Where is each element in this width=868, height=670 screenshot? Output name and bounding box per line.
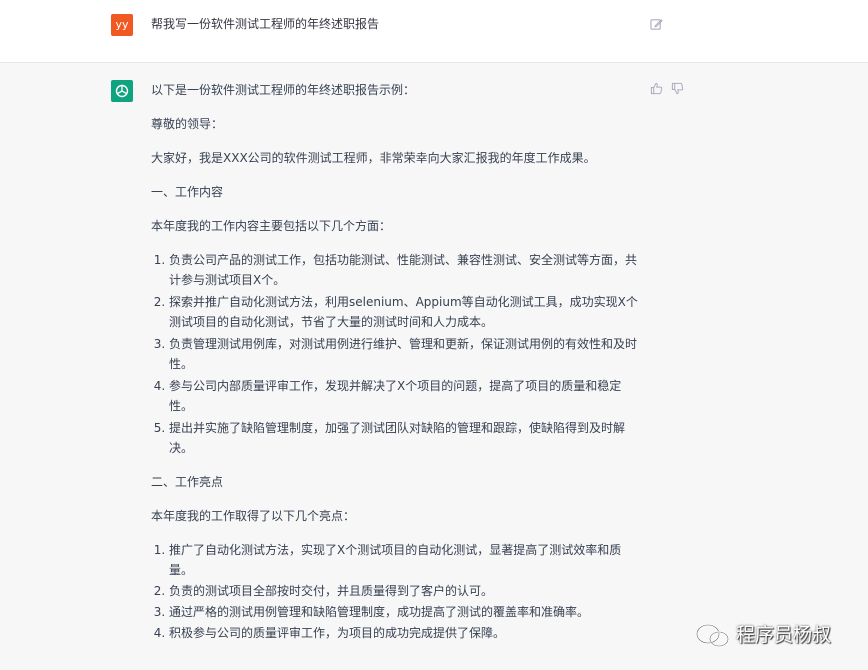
list-item: 参与公司内部质量评审工作，发现并解决了X个项目的问题，提高了项目的质量和稳定性。	[169, 376, 641, 416]
opening-text: 大家好，我是XXX公司的软件测试工程师，非常荣幸向大家汇报我的年度工作成果。	[151, 151, 596, 165]
thumbs-up-icon[interactable]	[650, 82, 663, 95]
greeting-text: 尊敬的领导：	[151, 117, 224, 131]
edit-icon[interactable]	[650, 18, 663, 31]
list-item: 探索并推广自动化测试方法，利用selenium、Appium等自动化测试工具，成…	[169, 292, 641, 332]
openai-logo-icon	[115, 84, 129, 98]
section2-title: 二、工作亮点	[151, 475, 224, 489]
user-avatar: yy	[111, 14, 133, 36]
list-item: 负责管理测试用例库，对测试用例进行维护、管理和更新，保证测试用例的有效性和及时性…	[169, 334, 641, 374]
section2-intro: 本年度我的工作取得了以下几个亮点：	[151, 509, 356, 523]
assistant-message-content: 以下是一份软件测试工程师的年终述职报告示例： 尊敬的领导： 大家好，我是XXX公…	[151, 80, 641, 657]
wechat-icon	[696, 624, 729, 647]
section2-list: 推广了自动化测试方法，实现了X个测试项目的自动化测试，显著提高了测试效率和质量。…	[151, 540, 641, 643]
user-message-text: 帮我写一份软件测试工程师的年终述职报告	[151, 17, 380, 31]
section1-list: 负责公司产品的测试工作，包括功能测试、性能测试、兼容性测试、安全测试等方面，共计…	[151, 250, 641, 458]
section1-title: 一、工作内容	[151, 185, 224, 199]
list-item: 通过严格的测试用例管理和缺陷管理制度，成功提高了测试的覆盖率和准确率。	[169, 602, 641, 622]
list-item: 积极参与公司的质量评审工作，为项目的成功完成提供了保障。	[169, 623, 641, 643]
list-item: 提出并实施了缺陷管理制度，加强了测试团队对缺陷的管理和跟踪，使缺陷得到及时解决。	[169, 418, 641, 458]
assistant-avatar	[111, 80, 133, 102]
watermark-text: 程序员杨叔	[736, 624, 832, 646]
thumbs-down-icon[interactable]	[671, 82, 684, 95]
intro-text: 以下是一份软件测试工程师的年终述职报告示例：	[151, 83, 416, 97]
list-item: 负责的测试项目全部按时交付，并且质量得到了客户的认可。	[169, 581, 641, 601]
user-message: yy 帮我写一份软件测试工程师的年终述职报告	[0, 0, 868, 63]
list-item: 推广了自动化测试方法，实现了X个测试项目的自动化测试，显著提高了测试效率和质量。	[169, 540, 641, 580]
list-item: 负责公司产品的测试工作，包括功能测试、性能测试、兼容性测试、安全测试等方面，共计…	[169, 250, 641, 290]
section1-intro: 本年度我的工作内容主要包括以下几个方面：	[151, 219, 392, 233]
